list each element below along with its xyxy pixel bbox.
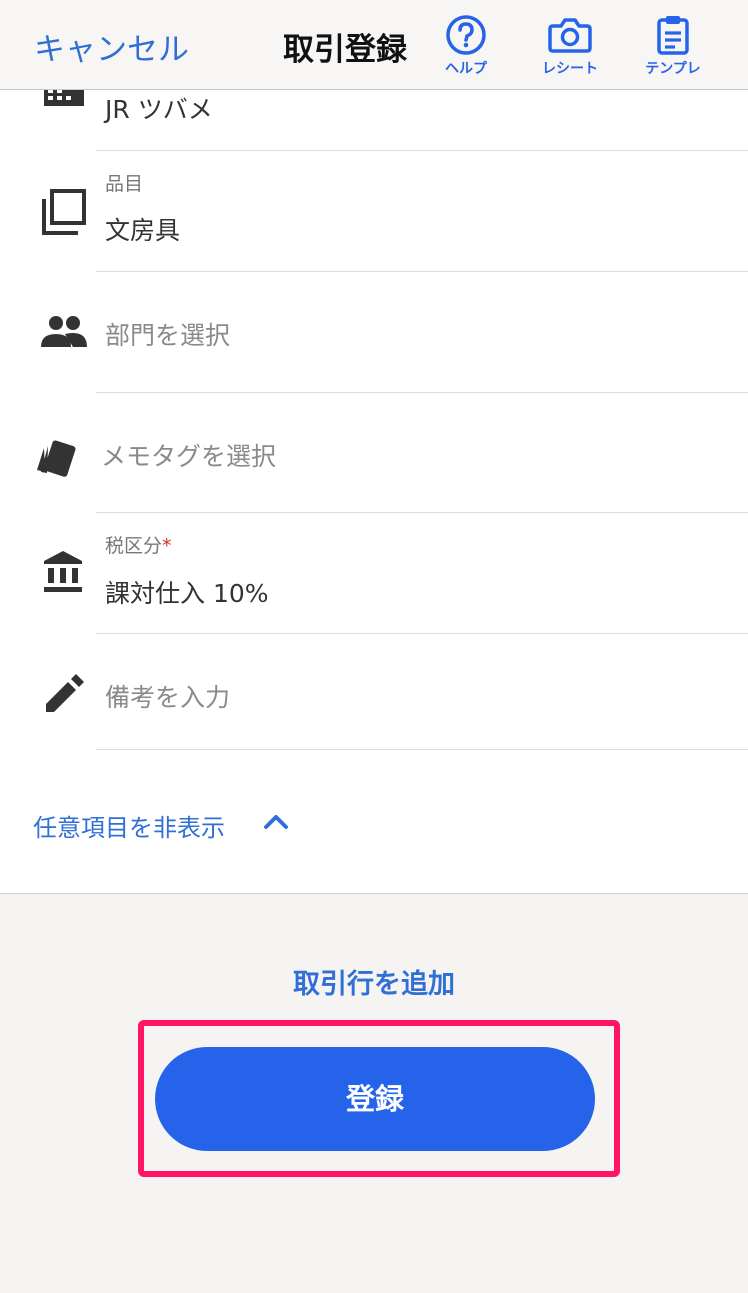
- template-label: テンプレ: [645, 61, 701, 77]
- template-button[interactable]: テンプレ: [628, 14, 718, 78]
- people-icon: [41, 316, 87, 347]
- camera-icon: [548, 18, 592, 53]
- add-transaction-line-button[interactable]: 取引行を追加: [0, 962, 748, 1001]
- department-placeholder: 部門を選択: [105, 321, 231, 350]
- department-row[interactable]: 部門を選択: [0, 272, 748, 393]
- item-row[interactable]: 品目 文房具: [0, 151, 748, 272]
- hide-optional-label: 任意項目を非表示: [33, 814, 225, 842]
- clipboard-icon: [657, 16, 689, 55]
- receipt-button[interactable]: レシート: [525, 14, 615, 78]
- note-row[interactable]: 備考を入力: [0, 634, 748, 750]
- item-value: 文房具: [105, 216, 181, 245]
- bank-icon: [44, 551, 82, 592]
- help-button[interactable]: ヘルプ: [421, 14, 511, 78]
- tag-icon: [37, 440, 76, 477]
- tax-row[interactable]: 税区分* 課対仕入 10%: [0, 513, 748, 634]
- chevron-up-icon: [264, 815, 288, 829]
- hide-optional-toggle[interactable]: 任意項目を非表示: [33, 808, 288, 843]
- required-mark: *: [162, 535, 172, 557]
- page-title: 取引登録: [283, 32, 407, 68]
- item-label: 品目: [105, 173, 144, 195]
- note-placeholder[interactable]: 備考を入力: [105, 678, 230, 714]
- memo-tag-row[interactable]: メモタグを選択: [0, 393, 748, 513]
- help-circle-icon: [446, 15, 486, 55]
- receipt-label: レシート: [542, 61, 598, 77]
- divider: [96, 749, 748, 750]
- tax-label: 税区分*: [105, 531, 172, 558]
- transaction-form: JR ツバメ 品目 文房具 部門を選択 メモタグを選択 税区分* 課対仕入 10…: [0, 86, 748, 894]
- cancel-button[interactable]: キャンセル: [34, 24, 189, 69]
- nav-bar: キャンセル 取引登録 ヘルプ レシート テンプレ: [0, 0, 748, 90]
- copy-icon: [42, 189, 86, 235]
- partner-row[interactable]: JR ツバメ: [0, 86, 748, 151]
- submit-button[interactable]: 登録: [155, 1047, 595, 1151]
- partner-value: JR ツバメ: [105, 95, 213, 124]
- memo-tag-placeholder: メモタグを選択: [101, 442, 277, 471]
- tax-value: 課対仕入 10%: [105, 579, 269, 608]
- tax-label-text: 税区分: [105, 535, 163, 557]
- pencil-icon: [46, 674, 84, 712]
- help-label: ヘルプ: [445, 61, 487, 77]
